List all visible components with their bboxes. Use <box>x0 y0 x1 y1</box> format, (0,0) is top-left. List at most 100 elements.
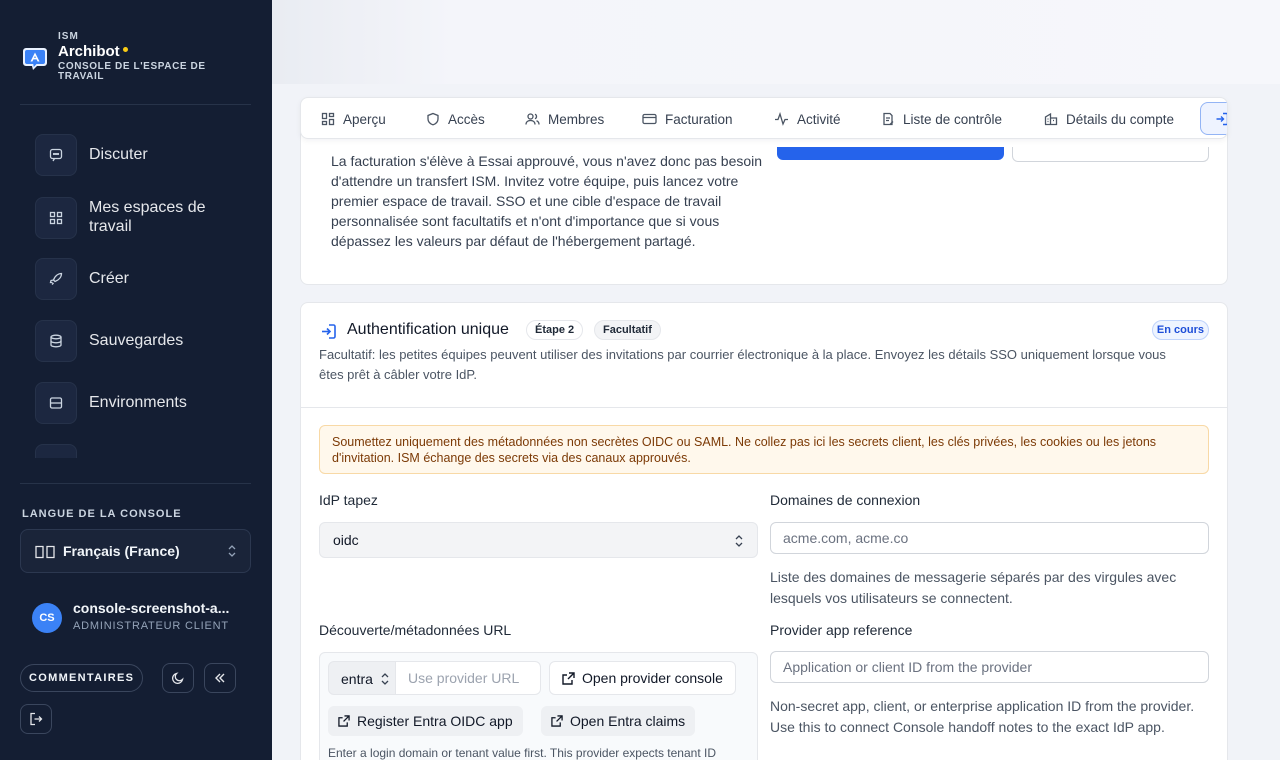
feedback-button[interactable]: COMMENTAIRES <box>20 664 144 692</box>
tab-facturation[interactable]: Facturation <box>642 98 733 138</box>
tab-details-du-compte[interactable]: Détails du compte <box>1044 98 1175 138</box>
idp-type-select[interactable]: oidc <box>319 522 758 558</box>
login-icon <box>322 324 336 339</box>
nav-item-environments[interactable]: Environments <box>35 382 255 424</box>
discovery-url-note: Enter a login domain or tenant value fir… <box>328 746 716 760</box>
nav-label: Discuter <box>89 146 148 163</box>
nav-item-more[interactable] <box>35 444 255 458</box>
sso-description: Facultatif: les petites équipes peuvent … <box>319 347 1166 382</box>
org-label: ISM <box>58 31 79 42</box>
chevron-updown-icon <box>228 545 236 557</box>
button-label: Open Entra claims <box>570 713 686 729</box>
sidebar: ISM Archibot CONSOLE DE L'ESPACE DE TRAV… <box>0 0 272 760</box>
app-subtitle: CONSOLE DE L'ESPACE DE TRAVAIL <box>58 61 206 82</box>
logout-button[interactable] <box>20 704 52 734</box>
book-icon <box>35 545 55 559</box>
domains-label: Domaines de connexion <box>770 492 921 508</box>
nav-label: Mes espaces de travail <box>89 199 206 235</box>
logout-icon <box>30 712 43 726</box>
divider <box>20 483 251 484</box>
app-name: Archibot <box>58 43 128 60</box>
nav-item-discuter[interactable]: Discuter <box>35 134 255 176</box>
primary-action-button[interactable] <box>777 147 1004 160</box>
avatar: CS <box>32 603 62 633</box>
user-profile[interactable]: CS console-screenshot-a... ADMINISTRATEU… <box>32 600 257 636</box>
app-reference-label: Provider app reference <box>770 622 913 638</box>
nav-label: Sauvegardes <box>89 332 184 349</box>
nav-label: Créer <box>89 270 130 287</box>
domains-help: Liste des domaines de messagerie séparés… <box>770 569 1177 606</box>
provider-select[interactable]: entra <box>328 661 396 695</box>
app-reference-input[interactable] <box>770 651 1209 683</box>
register-entra-app-button[interactable]: Register Entra OIDC app <box>328 706 523 736</box>
activity-icon <box>775 112 788 126</box>
sso-title: Authentification unique <box>347 321 509 338</box>
sidebar-nav: Discuter Mes espaces de travail Créer Sa… <box>0 124 272 458</box>
nav-item-workspaces[interactable]: Mes espaces de travail <box>35 197 255 239</box>
nav-item-sauvegardes[interactable]: Sauvegardes <box>35 320 255 362</box>
tab-label: Accès <box>448 111 485 127</box>
provider-url-input[interactable] <box>396 661 541 695</box>
database-icon <box>35 320 77 362</box>
chat-icon <box>35 134 77 176</box>
open-entra-claims-button[interactable]: Open Entra claims <box>541 706 696 736</box>
external-link-icon <box>562 671 575 685</box>
discovery-url-label: Découverte/métadonnées URL <box>319 622 512 638</box>
language-select[interactable]: Français (France) <box>20 529 251 573</box>
collapse-sidebar-button[interactable] <box>204 663 236 693</box>
tab-label: Aperçu <box>343 111 386 127</box>
tab-label: Facturation <box>665 111 733 127</box>
optional-badge: Facultatif <box>594 320 661 340</box>
tab-liste-de-controle[interactable]: Liste de contrôle <box>881 98 1003 138</box>
tab-label: Liste de contrôle <box>903 111 1003 127</box>
chevron-updown-icon <box>381 673 389 685</box>
tab-label: Activité <box>797 111 841 127</box>
sso-card: Authentification unique Étape 2 Facultat… <box>300 302 1228 760</box>
status-badge: En cours <box>1151 320 1209 340</box>
workspace-tabs: Aperçu Accès Membres Facturation Activit… <box>300 97 1228 139</box>
grid-icon <box>321 112 335 126</box>
billing-summary-text: La facturation s'élève à Essai approuvé,… <box>331 153 763 249</box>
language-label: LANGUE DE LA CONSOLE <box>22 508 182 520</box>
secondary-action-button[interactable] <box>1012 147 1209 162</box>
open-provider-console-button[interactable]: Open provider console <box>549 661 736 695</box>
users-icon <box>525 113 540 125</box>
domains-input[interactable] <box>770 522 1209 554</box>
app-reference-help: Non-secret app, client, or enterprise ap… <box>770 698 1195 735</box>
grid-icon <box>35 197 77 239</box>
language-value: Français (France) <box>63 543 180 559</box>
divider <box>20 104 251 105</box>
theme-toggle-button[interactable] <box>162 663 194 693</box>
user-role: ADMINISTRATEUR CLIENT <box>73 620 229 632</box>
rocket-icon <box>35 258 77 300</box>
tab-label: Détails du compte <box>1066 111 1175 127</box>
button-label: Open provider console <box>582 670 723 686</box>
clipboard-icon <box>883 112 894 126</box>
building-icon <box>1044 112 1058 126</box>
external-link-icon <box>338 715 350 727</box>
idp-type-label: IdP tapez <box>319 492 378 508</box>
status-dot <box>122 46 128 52</box>
login-icon <box>1216 112 1227 125</box>
idp-type-value: oidc <box>333 532 359 548</box>
tab-activite[interactable]: Activité <box>774 98 841 138</box>
shield-icon <box>427 112 439 126</box>
tab-membres[interactable]: Membres <box>525 98 605 138</box>
button-label: Register Entra OIDC app <box>357 713 513 729</box>
brand[interactable]: ISM Archibot CONSOLE DE L'ESPACE DE TRAV… <box>22 30 252 86</box>
nav-label: Environments <box>89 394 187 411</box>
server-icon <box>35 382 77 424</box>
tab-apercu[interactable]: Aperçu <box>321 98 386 138</box>
tab-acces[interactable]: Accès <box>426 98 485 138</box>
chevrons-left-icon <box>215 673 225 683</box>
nav-item-creer[interactable]: Créer <box>35 258 255 300</box>
credit-card-icon <box>642 113 657 125</box>
tab-label: Membres <box>548 111 605 127</box>
tab-sso-active[interactable] <box>1200 102 1227 135</box>
archibot-logo-icon <box>23 48 47 70</box>
app-name-text: Archibot <box>58 43 120 60</box>
chevron-updown-icon <box>735 535 743 547</box>
security-warning: Soumettez uniquement des métadonnées non… <box>319 425 1209 474</box>
external-link-icon <box>551 715 563 727</box>
user-name: console-screenshot-a... <box>73 600 230 616</box>
